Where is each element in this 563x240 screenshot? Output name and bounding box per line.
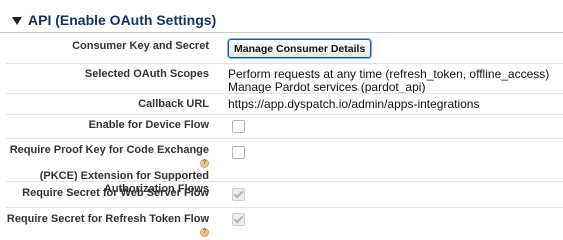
row-divider [6,114,563,115]
section-divider [0,32,563,33]
callback-url-label: Callback URL [138,98,209,110]
web-server-secret-label: Require Secret for Web Server Flow [22,187,209,199]
help-icon[interactable]: ? [200,159,209,168]
pkce-checkbox[interactable] [232,146,245,159]
help-icon[interactable]: ? [200,228,209,237]
checkmark-icon [233,188,244,199]
triangle-down-icon[interactable] [12,16,22,25]
callback-url-value: https://app.dyspatch.io/admin/apps-integ… [228,97,480,111]
refresh-token-secret-label: Require Secret for Refresh Token Flow [6,213,209,225]
row-divider [6,138,563,139]
section-header-api-oauth[interactable]: API (Enable OAuth Settings) [12,10,216,30]
web-server-secret-checkbox [232,188,245,201]
oauth-scopes-label: Selected OAuth Scopes [84,68,209,80]
refresh-token-secret-label-wrap: Require Secret for Refresh Token Flow? [0,213,209,239]
row-divider [6,181,563,182]
manage-consumer-details-button[interactable]: Manage Consumer Details [228,39,372,58]
oauth-scopes-list: Perform requests at any time (refresh_to… [228,68,549,94]
checkmark-icon [233,213,244,224]
device-flow-checkbox[interactable] [232,120,245,133]
consumer-key-label: Consumer Key and Secret [72,40,209,52]
section-title: API (Enable OAuth Settings) [28,12,217,28]
pkce-label-line: Require Proof Key for Code Exchange [9,144,209,156]
row-divider [6,93,563,94]
row-divider [6,63,563,64]
device-flow-label: Enable for Device Flow [88,119,209,131]
refresh-token-secret-checkbox [232,213,245,226]
row-divider [6,207,563,208]
